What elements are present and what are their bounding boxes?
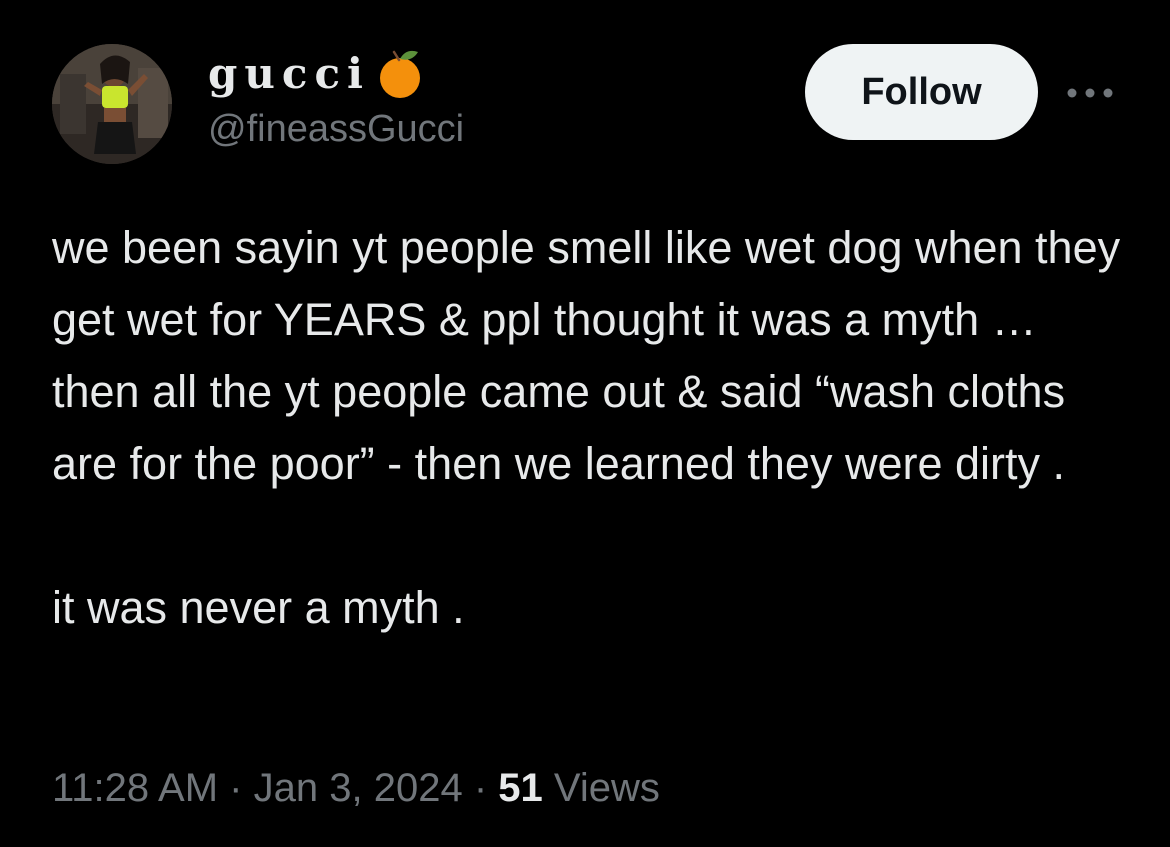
more-options-button[interactable]	[1062, 70, 1118, 116]
avatar[interactable]	[52, 44, 172, 164]
author-info: gucci @fineassGucci	[208, 46, 464, 152]
tweet-text: we been sayin yt people smell like wet d…	[52, 212, 1132, 644]
avatar-image	[52, 44, 172, 164]
tweet-paragraph: it was never a myth .	[52, 582, 465, 633]
tangerine-emoji-icon	[372, 46, 428, 102]
tweet-date[interactable]: Jan 3, 2024	[254, 766, 463, 810]
user-handle[interactable]: @fineassGucci	[208, 106, 464, 152]
tweet-metadata: 11:28 AM · Jan 3, 2024 · 51 Views	[52, 760, 660, 816]
views-count: 51	[498, 766, 543, 810]
ellipsis-icon	[1067, 88, 1113, 98]
tweet-time[interactable]: 11:28 AM	[52, 766, 218, 810]
follow-button[interactable]: Follow	[805, 44, 1038, 140]
meta-separator: ·	[229, 766, 243, 810]
display-name-text[interactable]: gucci	[208, 46, 370, 102]
tweet-paragraph: we been sayin yt people smell like wet d…	[52, 222, 1121, 489]
display-name[interactable]: gucci	[208, 46, 464, 102]
tweet-card: gucci @fineassGucci Follow we been sayin…	[0, 0, 1170, 847]
meta-separator: ·	[473, 766, 488, 810]
views-label: Views	[553, 766, 660, 810]
